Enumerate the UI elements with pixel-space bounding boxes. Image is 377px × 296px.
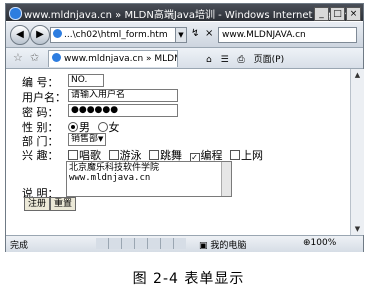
interests-label: 兴 趣： — [22, 149, 59, 162]
page-icon — [52, 53, 61, 62]
note-line-0: 北京魔乐科技软件学院 — [69, 163, 160, 173]
gender-female-label: 女 — [108, 121, 120, 134]
interest-checkbox-4[interactable] — [230, 150, 240, 160]
interest-checkbox-1[interactable] — [108, 150, 119, 160]
home-icon[interactable]: ⌂ — [206, 55, 212, 65]
maximize-button[interactable]: □ — [330, 7, 345, 21]
interest-checkbox-2[interactable] — [149, 150, 159, 160]
password-input[interactable]: ●●●●●● — [68, 104, 178, 117]
password-label: 密 码： — [22, 106, 59, 119]
address-dropdown-button[interactable]: ▼ — [175, 27, 187, 43]
id-label: 编 号： — [22, 76, 59, 89]
username-label: 用户名： — [22, 91, 66, 104]
gender-male-radio[interactable] — [68, 122, 78, 132]
feeds-icon[interactable]: ☰ — [221, 55, 229, 65]
page-content: 编 号： NO. 用户名： 请输入用户名 密 码： ●●●●●● 性 别： 男 … — [6, 69, 350, 235]
minimize-button[interactable]: _ — [314, 7, 329, 21]
tab-row: ☆ ✩ www.mldnjava.cn » MLDN... ⌂ ☰ ⎙ 页面(P… — [6, 48, 363, 69]
add-favorite-icon[interactable]: ✩ — [30, 51, 39, 64]
department-select[interactable]: 销售部▼ — [68, 133, 106, 146]
interest-checkbox-0[interactable] — [68, 150, 78, 160]
status-text: 完成 — [10, 241, 29, 251]
tab-active[interactable]: www.mldnjava.cn » MLDN... — [48, 50, 178, 67]
address-bar-row: ◀ ▶ ...\ch02\html_form.htm ▼ ↯ × www.MLD… — [6, 22, 363, 48]
window-title: www.mldnjava.cn » MLDN高端Java培训 - Windows… — [24, 10, 358, 21]
tab-label: www.mldnjava.cn » MLDN... — [64, 54, 178, 64]
computer-icon: ▣ — [199, 241, 208, 251]
chevron-down-icon: ▼ — [98, 135, 104, 143]
back-button[interactable]: ◀ — [10, 25, 30, 45]
zone-label: 我的电脑 — [210, 241, 247, 251]
page-scrollbar[interactable]: ▲ ▼ — [350, 69, 364, 235]
status-bar: 完成 ▣ 我的电脑 ⊕100% — [6, 235, 363, 252]
browser-window: www.mldnjava.cn » MLDN高端Java培训 - Windows… — [5, 3, 364, 252]
scroll-down-icon[interactable]: ▼ — [351, 223, 364, 235]
close-button[interactable]: × — [346, 7, 361, 21]
reset-button[interactable]: 重置 — [50, 197, 77, 211]
department-selected: 销售部 — [71, 134, 99, 144]
textarea-scrollbar[interactable] — [221, 162, 231, 196]
refresh-button[interactable]: ↯ — [191, 28, 199, 39]
zoom-control[interactable]: ⊕100% — [303, 238, 336, 248]
security-zone: ▣ 我的电脑 — [199, 238, 246, 251]
note-line-1: www.mldnjava.cn — [69, 173, 151, 183]
title-bar: www.mldnjava.cn » MLDN高端Java培训 - Windows… — [6, 4, 363, 21]
submit-button[interactable]: 注册 — [24, 197, 51, 211]
address-field[interactable]: ...\ch02\html_form.htm — [50, 27, 176, 43]
status-panels — [96, 238, 186, 249]
ie-icon — [9, 7, 22, 20]
gender-female-radio[interactable] — [97, 122, 108, 132]
favorites-star-icon[interactable]: ☆ — [13, 51, 23, 64]
command-bar: ⌂ ☰ ⎙ 页面(P) — [206, 52, 290, 65]
zoom-value: 100% — [310, 238, 337, 248]
search-input[interactable]: www.MLDNJAVA.cn — [218, 27, 357, 43]
stop-button[interactable]: × — [205, 28, 213, 39]
print-icon[interactable]: ⎙ — [238, 55, 245, 65]
address-value: ...\ch02\html_form.htm — [64, 30, 168, 40]
page-icon — [53, 29, 62, 38]
scroll-up-icon[interactable]: ▲ — [351, 69, 364, 81]
zoom-icon: ⊕ — [303, 238, 311, 248]
note-textarea[interactable]: 北京魔乐科技软件学院 www.mldnjava.cn — [66, 161, 232, 197]
id-input[interactable]: NO. — [68, 74, 104, 87]
username-input[interactable]: 请输入用户名 — [68, 89, 178, 102]
figure-caption: 图 2-4 表单显示 — [132, 271, 245, 287]
forward-button[interactable]: ▶ — [30, 25, 50, 45]
interest-label-4: 上网 — [241, 149, 263, 162]
page-menu[interactable]: 页面(P) — [254, 55, 284, 65]
